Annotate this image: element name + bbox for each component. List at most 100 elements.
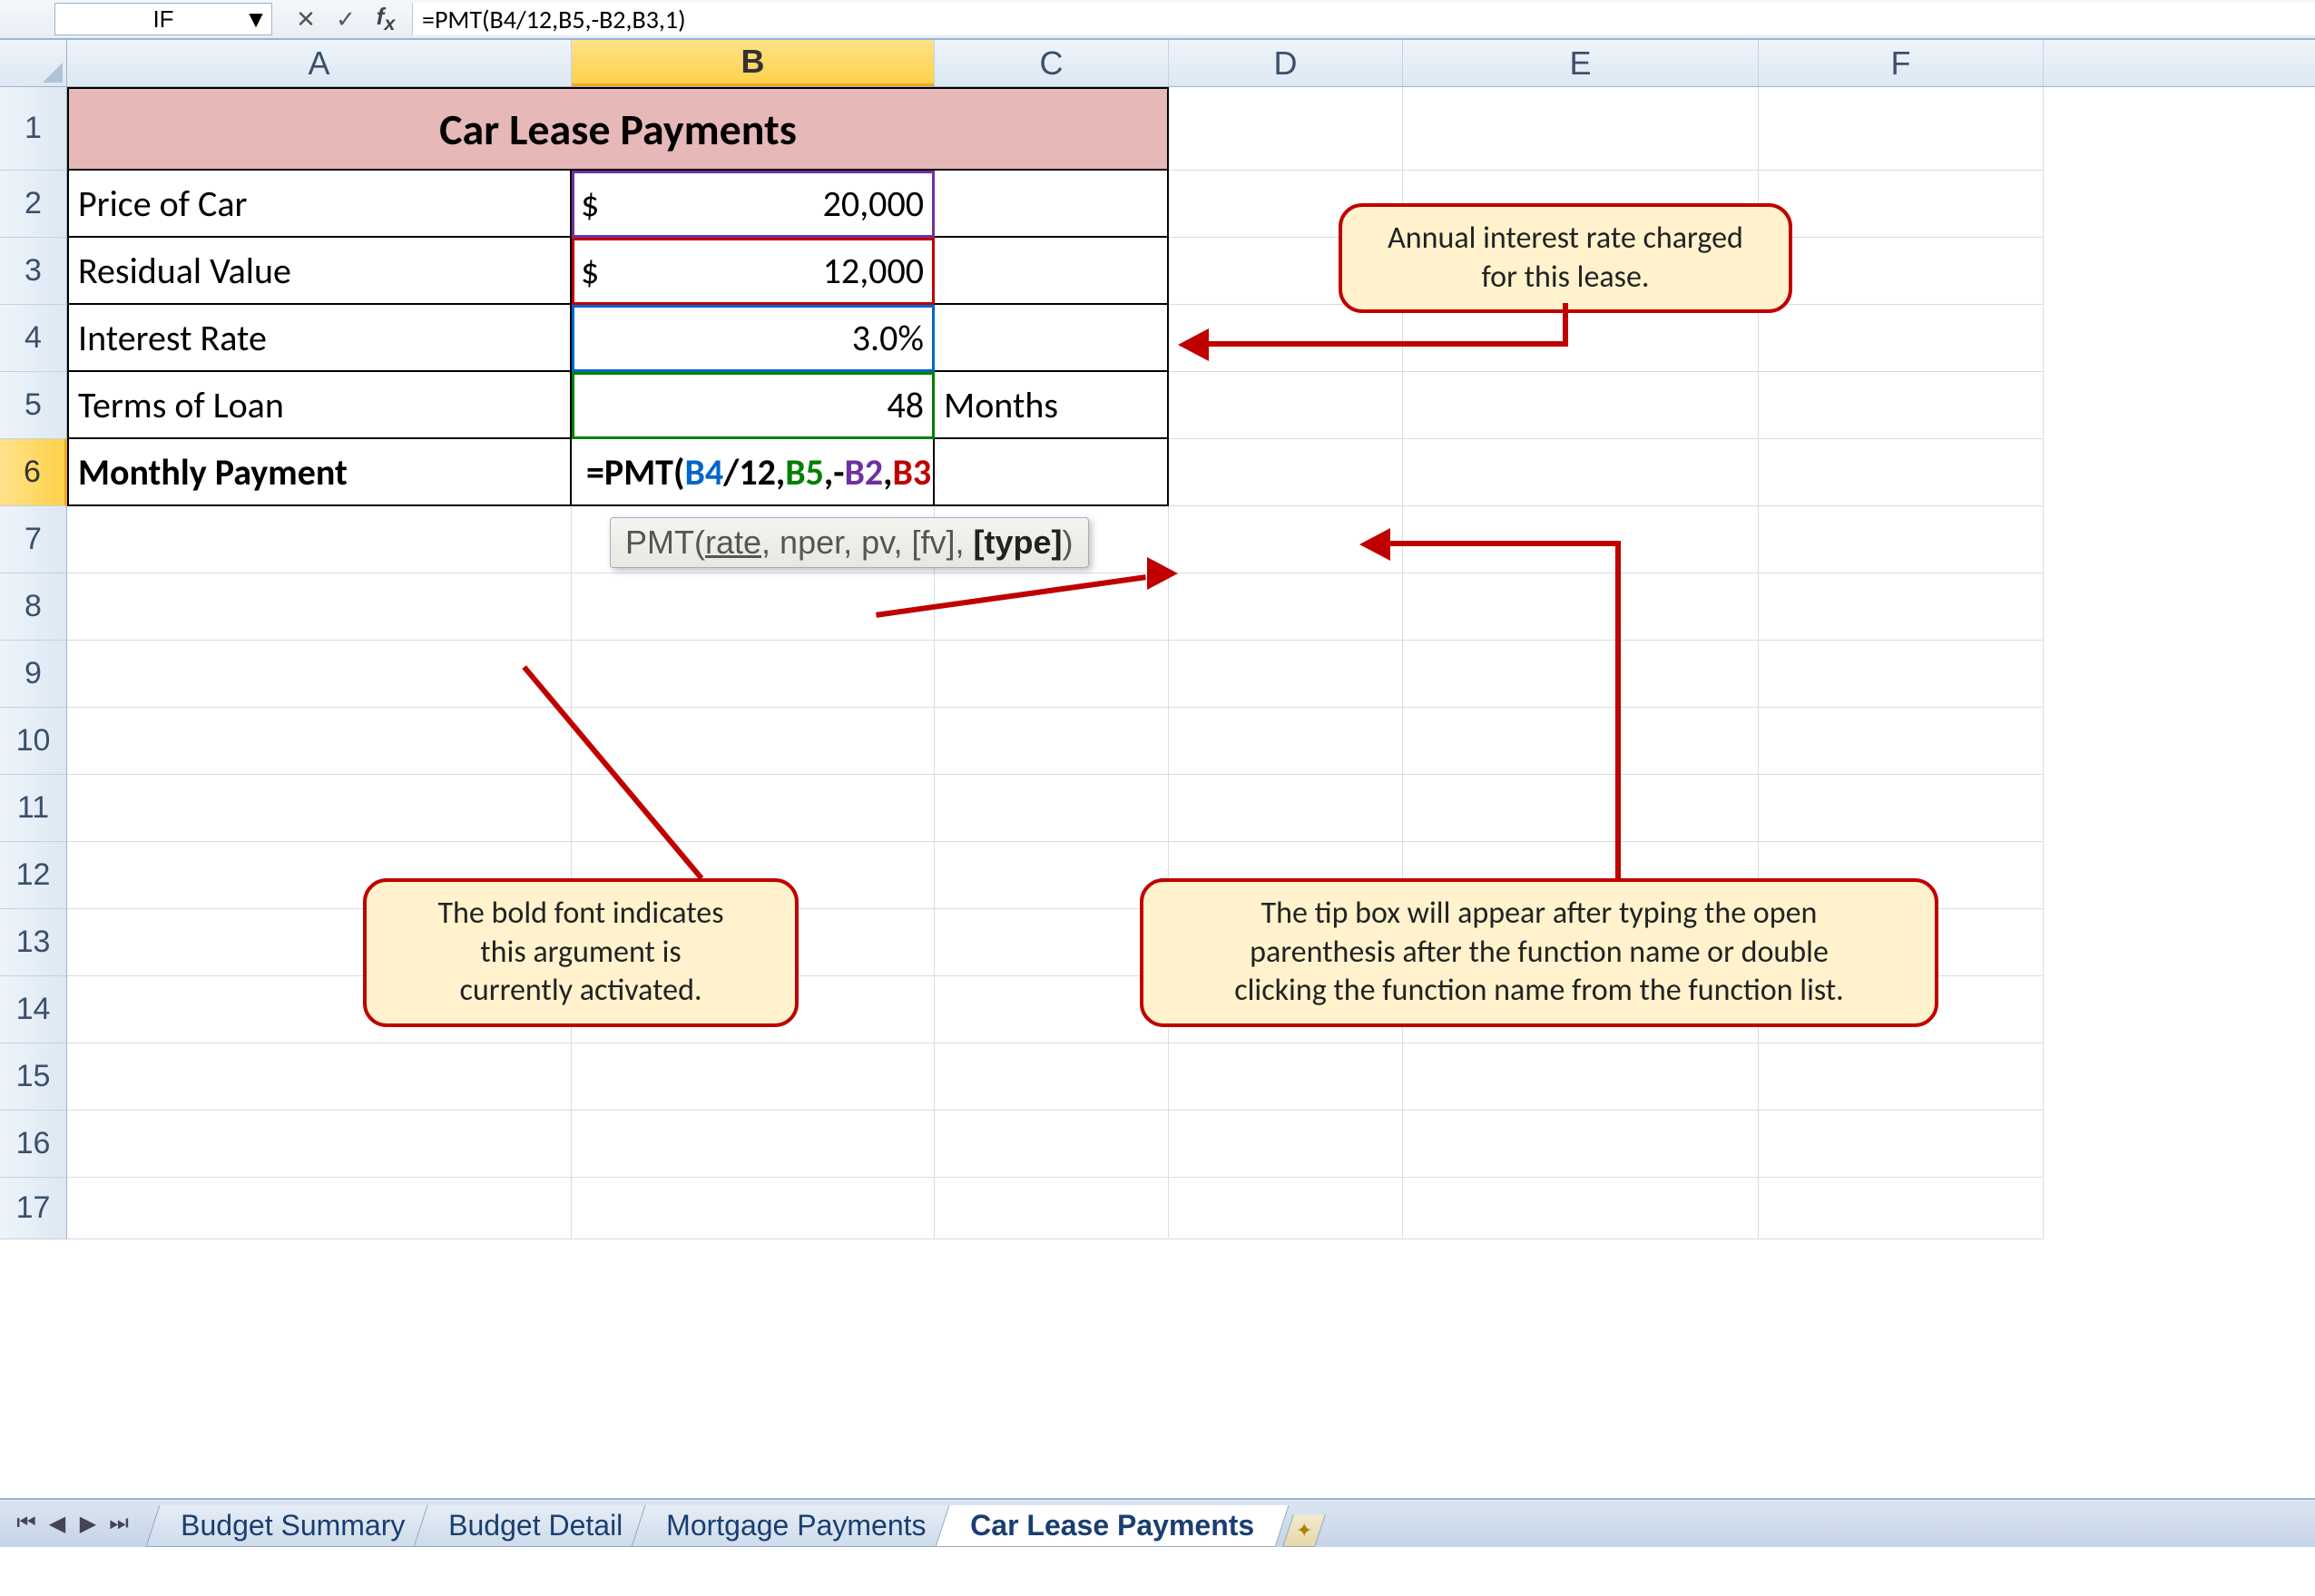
tab-budget-summary[interactable]: Budget Summary [146,1505,440,1547]
name-box[interactable]: IF ▼ [54,3,272,35]
row-header-13[interactable]: 13 [0,909,67,976]
col-header-B[interactable]: B [572,40,935,86]
cell-A4[interactable]: Interest Rate [67,305,572,372]
cell-F6[interactable] [1759,439,2044,506]
cell-C14[interactable] [935,976,1169,1043]
cell-A7[interactable] [67,506,572,573]
cell-E11[interactable] [1403,775,1759,842]
cell-A15[interactable] [67,1043,572,1111]
cell-F15[interactable] [1759,1043,2044,1111]
cell-C13[interactable] [935,909,1169,976]
cell-F1[interactable] [1759,87,2044,171]
cell-D5[interactable] [1169,372,1403,439]
cell-F11[interactable] [1759,775,2044,842]
cell-F16[interactable] [1759,1111,2044,1178]
cell-E15[interactable] [1403,1043,1759,1111]
cell-C2[interactable] [935,171,1169,238]
cell-D8[interactable] [1169,573,1403,641]
row-header-5[interactable]: 5 [0,372,67,439]
tab-nav-prev-icon[interactable]: ◀ [45,1510,69,1537]
row-header-3[interactable]: 3 [0,238,67,305]
cell-A10[interactable] [67,708,572,775]
cell-B17[interactable] [572,1178,935,1239]
cell-D6[interactable] [1169,439,1403,506]
col-header-C[interactable]: C [935,40,1169,86]
cell-E9[interactable] [1403,641,1759,708]
cell-E1[interactable] [1403,87,1759,171]
cell-B3[interactable]: $12,000 [572,238,935,305]
cell-A5[interactable]: Terms of Loan [67,372,572,439]
cancel-icon[interactable]: ✕ [292,5,319,34]
cell-B15[interactable] [572,1043,935,1111]
cell-B4[interactable]: 3.0% [572,305,935,372]
row-header-4[interactable]: 4 [0,305,67,372]
cell-B6-active[interactable]: =PMT(B4/12,B5,-B2,B3,1) [572,439,935,506]
cell-C5[interactable]: Months [935,372,1169,439]
cell-C4[interactable] [935,305,1169,372]
cell-B8[interactable] [572,573,935,641]
row-header-14[interactable]: 14 [0,976,67,1043]
tab-budget-detail[interactable]: Budget Detail [414,1505,658,1547]
col-header-D[interactable]: D [1169,40,1403,86]
name-box-dropdown-icon[interactable]: ▼ [246,9,266,29]
row-header-2[interactable]: 2 [0,171,67,238]
cell-F10[interactable] [1759,708,2044,775]
row-header-15[interactable]: 15 [0,1043,67,1111]
cell-C10[interactable] [935,708,1169,775]
row-header-9[interactable]: 9 [0,641,67,708]
cell-E8[interactable] [1403,573,1759,641]
row-header-10[interactable]: 10 [0,708,67,775]
cell-A3[interactable]: Residual Value [67,238,572,305]
row-header-8[interactable]: 8 [0,573,67,641]
cell-C9[interactable] [935,641,1169,708]
cell-C15[interactable] [935,1043,1169,1111]
cell-D17[interactable] [1169,1178,1403,1239]
formula-input[interactable]: =PMT(B4/12,B5,-B2,B3,1) [412,3,2315,35]
row-header-7[interactable]: 7 [0,506,67,573]
col-header-E[interactable]: E [1403,40,1759,86]
row-header-12[interactable]: 12 [0,842,67,909]
tab-car-lease-payments[interactable]: Car Lease Payments [935,1505,1289,1547]
cell-A9[interactable] [67,641,572,708]
cell-B2[interactable]: $20,000 [572,171,935,238]
cell-E16[interactable] [1403,1111,1759,1178]
select-all-corner[interactable] [0,40,67,87]
cell-F17[interactable] [1759,1178,2044,1239]
insert-shepane-icon[interactable]: ✦ [1282,1514,1326,1547]
row-header-1[interactable]: 1 [0,87,67,171]
cell-F2[interactable] [1759,171,2044,238]
cell-E5[interactable] [1403,372,1759,439]
cell-A11[interactable] [67,775,572,842]
cell-C16[interactable] [935,1111,1169,1178]
row-header-17[interactable]: 17 [0,1178,67,1239]
cell-B9[interactable] [572,641,935,708]
enter-icon[interactable]: ✓ [332,5,359,34]
cell-D1[interactable] [1169,87,1403,171]
cell-E6[interactable] [1403,439,1759,506]
cell-F7[interactable] [1759,506,2044,573]
cell-D16[interactable] [1169,1111,1403,1178]
cell-A2[interactable]: Price of Car [67,171,572,238]
cell-C12[interactable] [935,842,1169,909]
cell-E7[interactable] [1403,506,1759,573]
cell-E4[interactable] [1403,305,1759,372]
cell-D11[interactable] [1169,775,1403,842]
cell-A8[interactable] [67,573,572,641]
cell-F9[interactable] [1759,641,2044,708]
cell-F5[interactable] [1759,372,2044,439]
row-header-16[interactable]: 16 [0,1111,67,1178]
cell-D9[interactable] [1169,641,1403,708]
cell-D10[interactable] [1169,708,1403,775]
tab-nav-last-icon[interactable]: ⏭ [107,1510,131,1537]
cell-title[interactable]: Car Lease Payments [67,87,1169,171]
cells-area[interactable]: Car Lease Payments Price of Car $20,000 … [67,87,2315,1239]
cell-A16[interactable] [67,1111,572,1178]
row-header-6[interactable]: 6 [0,439,67,506]
cell-A17[interactable] [67,1178,572,1239]
cell-C8[interactable] [935,573,1169,641]
cell-D15[interactable] [1169,1043,1403,1111]
cell-C11[interactable] [935,775,1169,842]
tab-mortgage-payments[interactable]: Mortgage Payments [632,1505,961,1547]
tab-nav-first-icon[interactable]: ⏮ [15,1510,38,1537]
cell-F8[interactable] [1759,573,2044,641]
